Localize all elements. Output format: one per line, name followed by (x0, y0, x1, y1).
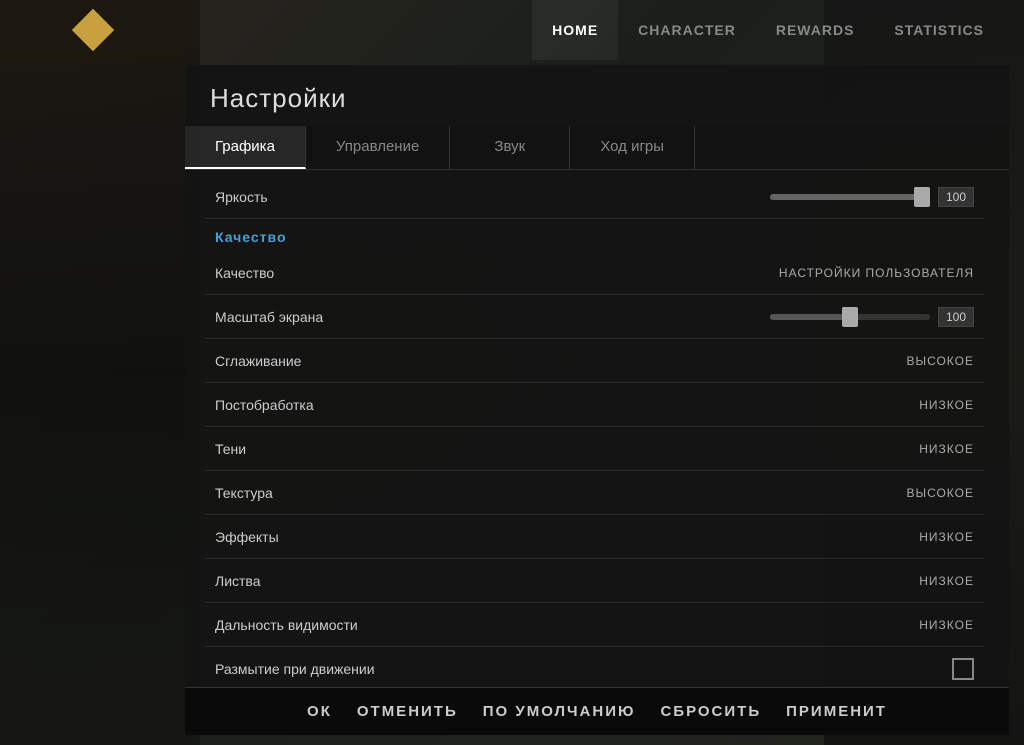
view-distance-row: Дальность видимости НИЗКОЕ (205, 603, 984, 647)
default-button[interactable]: ПО УМОЛЧАНИЮ (483, 703, 636, 720)
tab-controls[interactable]: Управление (306, 126, 450, 169)
screen-scale-slider-thumb[interactable] (842, 307, 858, 327)
screen-scale-slider-fill (770, 314, 850, 320)
brightness-row: Яркость 100 (205, 175, 984, 219)
textures-label: Текстура (215, 485, 906, 501)
foliage-label: Листва (215, 573, 919, 589)
motion-blur-checkbox[interactable] (952, 658, 974, 680)
settings-content: Яркость 100 Качество Качество НАСТРОЙКИ … (185, 170, 1009, 687)
view-distance-value: НИЗКОЕ (919, 618, 974, 632)
foliage-value: НИЗКОЕ (919, 574, 974, 588)
view-distance-label: Дальность видимости (215, 617, 919, 633)
settings-tabs: Графика Управление Звук Ход игры (185, 126, 1009, 170)
nav-item-rewards[interactable]: REWARDS (756, 0, 875, 60)
bottom-actions: ОК ОТМЕНИТЬ ПО УМОЛЧАНИЮ СБРОСИТЬ ПРИМЕН… (185, 687, 1009, 735)
brightness-slider-thumb[interactable] (914, 187, 930, 207)
foliage-row: Листва НИЗКОЕ (205, 559, 984, 603)
reset-button[interactable]: СБРОСИТЬ (660, 703, 761, 720)
effects-value: НИЗКОЕ (919, 530, 974, 544)
screen-scale-slider-container: 100 (770, 307, 974, 327)
motion-blur-label: Размытие при движении (215, 661, 952, 677)
effects-label: Эффекты (215, 529, 919, 545)
antialiasing-row: Сглаживание ВЫСОКОЕ (205, 339, 984, 383)
quality-section-header: Качество (205, 219, 984, 251)
screen-scale-label: Масштаб экрана (215, 309, 770, 325)
antialiasing-value: ВЫСОКОЕ (906, 354, 974, 368)
effects-row: Эффекты НИЗКОЕ (205, 515, 984, 559)
cancel-button[interactable]: ОТМЕНИТЬ (357, 703, 458, 720)
logo-area (0, 0, 185, 60)
motion-blur-row: Размытие при движении (205, 647, 984, 682)
settings-scroll[interactable]: Яркость 100 Качество Качество НАСТРОЙКИ … (205, 175, 989, 682)
top-navigation: HOME CHARACTER REWARDS STATISTICS (532, 0, 1024, 60)
shadows-row: Тени НИЗКОЕ (205, 427, 984, 471)
brightness-value: 100 (938, 187, 974, 207)
shadows-value: НИЗКОЕ (919, 442, 974, 456)
textures-row: Текстура ВЫСОКОЕ (205, 471, 984, 515)
tab-graphics[interactable]: Графика (185, 126, 306, 169)
logo-icon (71, 9, 113, 51)
shadows-label: Тени (215, 441, 919, 457)
postprocessing-value: НИЗКОЕ (919, 398, 974, 412)
brightness-slider-fill (770, 194, 930, 200)
tab-sound[interactable]: Звук (450, 126, 570, 169)
antialiasing-label: Сглаживание (215, 353, 906, 369)
settings-title: Настройки (185, 65, 1009, 126)
postprocessing-row: Постобработка НИЗКОЕ (205, 383, 984, 427)
bg-left (0, 0, 200, 745)
screen-scale-slider-track[interactable] (770, 314, 930, 320)
postprocessing-label: Постобработка (215, 397, 919, 413)
brightness-slider-track[interactable] (770, 194, 930, 200)
quality-row: Качество НАСТРОЙКИ ПОЛЬЗОВАТЕЛЯ (205, 251, 984, 295)
apply-button[interactable]: ПРИМЕНИТ (786, 703, 887, 720)
quality-label: Качество (215, 265, 779, 281)
nav-item-character[interactable]: CHARACTER (618, 0, 756, 60)
ok-button[interactable]: ОК (307, 703, 332, 720)
textures-value: ВЫСОКОЕ (906, 486, 974, 500)
brightness-label: Яркость (215, 189, 770, 205)
nav-item-home[interactable]: HOME (532, 0, 618, 60)
screen-scale-row: Масштаб экрана 100 (205, 295, 984, 339)
settings-panel: Настройки Графика Управление Звук Ход иг… (185, 65, 1009, 735)
screen-scale-value: 100 (938, 307, 974, 327)
brightness-slider-container: 100 (770, 187, 974, 207)
quality-value: НАСТРОЙКИ ПОЛЬЗОВАТЕЛЯ (779, 266, 974, 280)
tab-gameplay[interactable]: Ход игры (570, 126, 695, 169)
nav-item-statistics[interactable]: STATISTICS (874, 0, 1004, 60)
